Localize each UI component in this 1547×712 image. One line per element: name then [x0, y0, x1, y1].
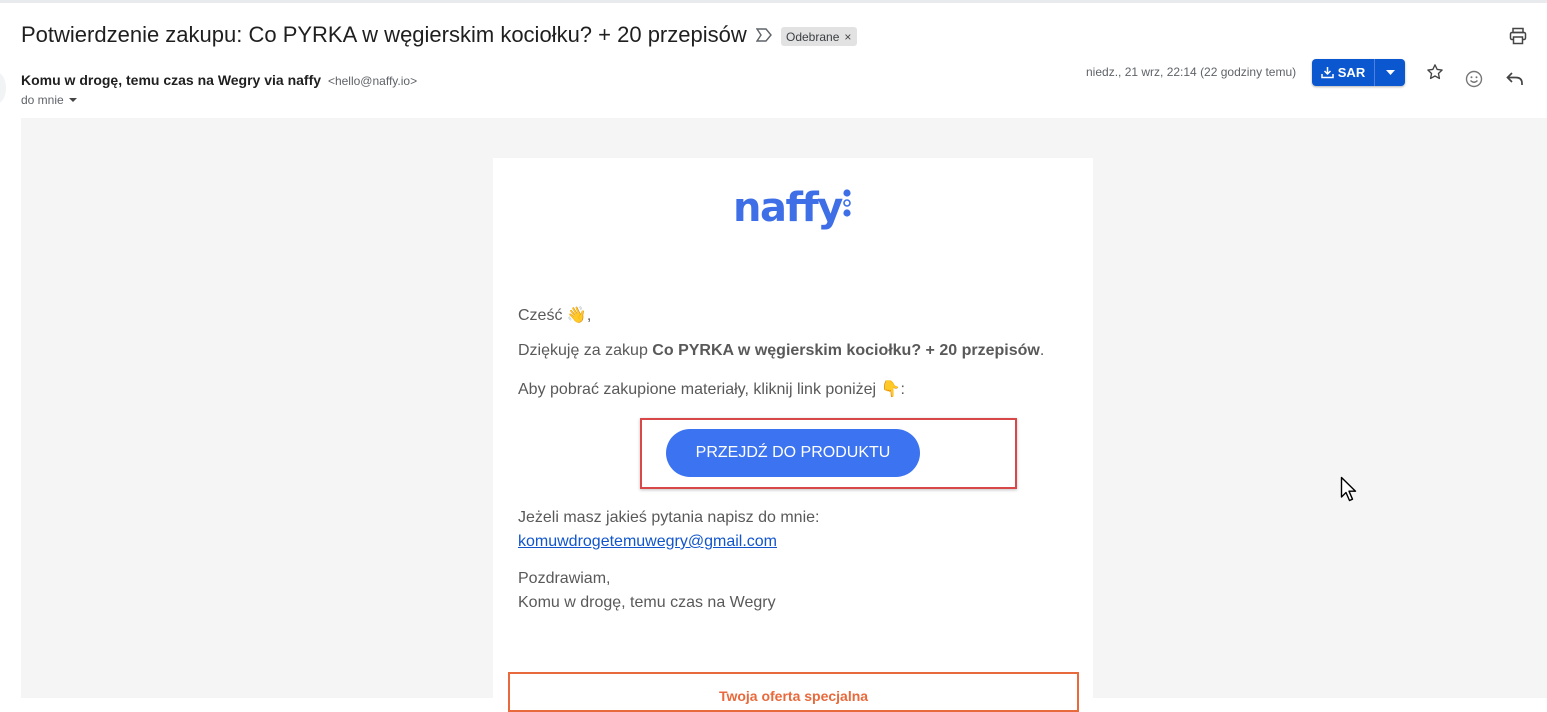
email-date: niedz., 21 wrz, 22:14 (22 godziny temu)	[1086, 65, 1297, 79]
signature-text: Komu w drogę, temu czas na Wegry	[518, 594, 776, 611]
contact-email-link-row: komuwdrogetemuwegry@gmail.com	[518, 533, 777, 551]
star-icon[interactable]	[1426, 63, 1444, 81]
naffy-logo[interactable]: naffy	[733, 185, 863, 233]
download-icon	[1321, 67, 1334, 79]
email-subject: Potwierdzenie zakupu: Co PYRKA w węgiers…	[21, 22, 747, 47]
product-name: Co PYRKA w węgierskim kociołku? + 20 prz…	[652, 342, 1040, 359]
questions-text: Jeżeli masz jakieś pytania napisz do mni…	[518, 509, 820, 526]
contact-email-link[interactable]: komuwdrogetemuwegry@gmail.com	[518, 533, 777, 550]
logo-dots-icon	[843, 189, 851, 217]
download-instructions: Aby pobrać zakupione materiały, kliknij …	[518, 379, 905, 399]
sender-line: Komu w drogę, temu czas na Wegry via naf…	[21, 72, 417, 88]
greeting-line: Cześć 👋,	[518, 305, 591, 325]
thanks-suffix: .	[1039, 342, 1045, 359]
sender-avatar[interactable]	[0, 72, 6, 104]
recipient-label: do mnie	[21, 93, 64, 107]
logo-wordmark: naffy	[733, 185, 843, 231]
mouse-cursor-icon	[1340, 476, 1357, 502]
recipient-details-toggle[interactable]: do mnie	[21, 93, 78, 107]
thanks-prefix: Dziękuję za zakup	[518, 342, 653, 359]
closing-text: Pozdrawiam,	[518, 570, 611, 587]
special-offer-box: Twoja oferta specjalna	[508, 672, 1079, 712]
greeting-text: Cześć	[518, 307, 563, 324]
dropdown-arrow-icon	[1385, 70, 1395, 75]
special-offer-title: Twoja oferta specjalna	[718, 688, 869, 704]
reply-icon[interactable]	[1506, 71, 1524, 87]
greeting-punctuation: ,	[586, 307, 592, 324]
label-chip: Odebrane ×	[781, 27, 858, 46]
go-to-product-button[interactable]: PRZEJDŹ DO PRODUKTU	[666, 429, 920, 477]
thanks-line: Dziękuję za zakup Co PYRKA w węgierskim …	[518, 342, 1044, 360]
important-marker-icon[interactable]	[756, 28, 772, 42]
download-text: Aby pobrać zakupione materiały, kliknij …	[518, 381, 881, 398]
sender-name[interactable]: Komu w drogę, temu czas na Wegry via naf…	[21, 72, 321, 88]
save-button-label: SAR	[1337, 65, 1366, 80]
label-name: Odebrane	[786, 29, 840, 44]
remove-label-button[interactable]: ×	[844, 30, 851, 44]
save-button[interactable]: SAR	[1312, 59, 1374, 86]
waving-hand-emoji: 👋	[566, 307, 587, 324]
pointing-down-emoji: 👇	[880, 381, 901, 398]
chevron-down-icon	[68, 98, 77, 102]
save-options-dropdown[interactable]	[1375, 59, 1405, 86]
save-button-group: SAR	[1312, 59, 1405, 86]
print-icon[interactable]	[1509, 27, 1527, 45]
top-divider	[0, 0, 1547, 3]
sender-email: <hello@naffy.io>	[327, 74, 418, 88]
emoji-icon[interactable]	[1465, 70, 1483, 88]
download-punctuation: :	[900, 381, 905, 398]
